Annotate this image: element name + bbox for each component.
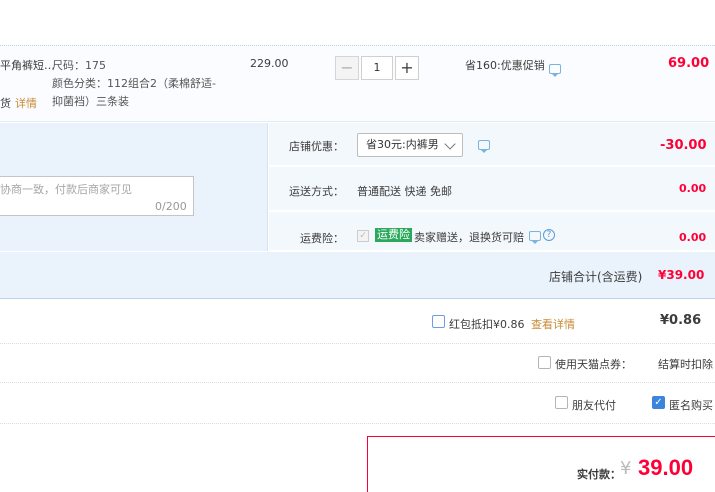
item-sku: 尺码：175 颜色分类：112组合2（柔棉舒适- 抑菌裆）三条装	[52, 57, 216, 111]
anonymous-checkbox[interactable]: ✓	[652, 396, 665, 409]
shop-coupon-label: 店铺优惠：	[289, 140, 344, 153]
tmall-points-text: 使用天猫点券：	[555, 358, 632, 371]
item-total-price: 69.00	[668, 56, 710, 71]
sku-color-line2: 抑菌裆）三条装	[52, 95, 129, 108]
insurance-badge: 运费险	[375, 228, 412, 242]
item-detail-link[interactable]: 详情	[15, 97, 37, 110]
insurance-text: 卖家赠送，退换货可赔	[414, 231, 524, 244]
tmall-points-checkbox[interactable]	[538, 356, 551, 369]
shipping-value: 0.00	[679, 182, 707, 195]
shop-total-value: ¥39.00	[658, 268, 705, 282]
message-char-count: 0/200	[155, 200, 187, 213]
promotion-text: 省160:优惠促销	[465, 59, 545, 72]
message-placeholder: 协商一致，付款后商家可见	[0, 183, 132, 196]
quantity-decrease-button[interactable]: −	[335, 56, 359, 80]
anonymous-text: 匿名购买	[669, 399, 713, 412]
unit-price: 229.00	[250, 57, 289, 70]
redpacket-detail-link[interactable]: 查看详情	[531, 316, 575, 332]
item-status: 货详情	[0, 95, 37, 111]
insurance-label: 运费险：	[300, 232, 344, 245]
quantity-input[interactable]: 1	[361, 56, 393, 80]
divider	[0, 382, 715, 383]
promo-chat-icon[interactable]	[549, 64, 561, 77]
payment-currency: ¥	[620, 458, 632, 479]
shop-coupon-value: -30.00	[660, 138, 707, 153]
friend-pay-text: 朋友代付	[572, 399, 616, 412]
insurance-value: 0.00	[679, 231, 707, 244]
shipping-method: 普通配送 快递 免邮	[357, 185, 452, 198]
coupon-chat-icon[interactable]	[478, 140, 490, 153]
payment-label: 实付款：	[577, 468, 621, 481]
payment-amount: 39.00	[638, 455, 694, 480]
quantity-increase-button[interactable]: +	[395, 56, 419, 80]
friend-pay-checkbox[interactable]	[555, 396, 568, 409]
shipping-label: 运送方式：	[289, 185, 344, 198]
sku-color-line1: 颜色分类：112组合2（柔棉舒适-	[52, 77, 216, 90]
item-name[interactable]: 平角裤短…	[0, 57, 55, 73]
redpacket-checkbox[interactable]	[432, 315, 445, 328]
redpacket-value: ¥0.86	[660, 313, 702, 328]
shop-total-label: 店铺合计(含运费)	[549, 270, 643, 284]
divider	[0, 423, 715, 424]
redpacket-text: 红包抵扣¥0.86	[449, 318, 525, 331]
divider	[0, 343, 715, 344]
insurance-chat-icon[interactable]	[529, 231, 541, 244]
insurance-checkbox: ✓	[357, 230, 369, 242]
item-status-text: 货	[0, 97, 11, 110]
help-icon[interactable]: ?	[543, 229, 555, 241]
sku-size: 尺码：175	[52, 59, 106, 72]
settle-text: 结算时扣除	[658, 358, 713, 371]
